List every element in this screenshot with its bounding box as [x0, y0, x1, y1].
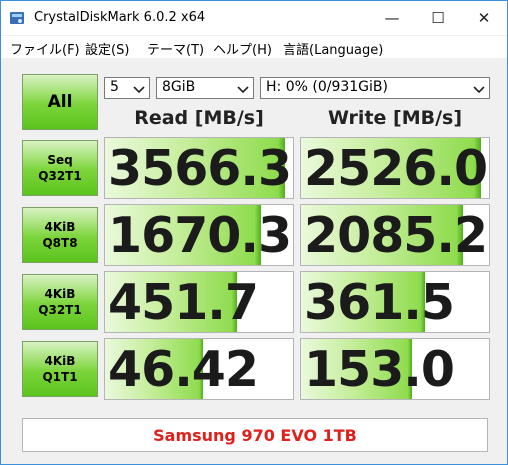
- write-value: 2085.2: [304, 207, 488, 264]
- chevron-down-icon: [237, 86, 249, 94]
- menu-settings[interactable]: 設定(S): [85, 39, 129, 58]
- read-value: 46.42: [108, 341, 259, 398]
- row-label-line2: Q8T8: [42, 236, 78, 250]
- menu-help[interactable]: ヘルプ(H): [213, 39, 272, 58]
- run-all-label: All: [47, 92, 73, 112]
- run-all-button[interactable]: All: [22, 74, 98, 130]
- 4kib-q1t1-button[interactable]: 4KiB Q1T1: [22, 341, 98, 397]
- 4kib-q32t1-read-result: 451.7: [104, 271, 294, 333]
- read-value: 1670.3: [108, 207, 292, 264]
- close-button[interactable]: ✕: [461, 1, 507, 35]
- row-label-line2: Q32T1: [38, 303, 82, 317]
- write-value: 2526.0: [304, 140, 488, 197]
- 4kib-q1t1-write-result: 153.0: [300, 338, 490, 400]
- seq-q32t1-write-result: 2526.0: [300, 137, 490, 199]
- drive-select[interactable]: H: 0% (0/931GiB): [260, 77, 490, 99]
- minimize-button[interactable]: —: [369, 1, 415, 35]
- minimize-icon: —: [384, 9, 400, 27]
- 4kib-q32t1-button[interactable]: 4KiB Q32T1: [22, 274, 98, 330]
- crystaldiskmark-app-icon: [10, 12, 24, 24]
- row-label-line1: 4KiB: [44, 287, 76, 301]
- drive-value: H: 0% (0/931GiB): [266, 79, 388, 95]
- comment-box[interactable]: Samsung 970 EVO 1TB: [22, 418, 488, 452]
- menu-bar: ファイル(F) 設定(S) テーマ(T) ヘルプ(H) 言語(Language): [1, 36, 507, 58]
- chevron-down-icon: [473, 86, 485, 94]
- test-count-select[interactable]: 5: [104, 77, 150, 99]
- menu-theme[interactable]: テーマ(T): [147, 39, 204, 58]
- 4kib-q32t1-write-result: 361.5: [300, 271, 490, 333]
- chevron-down-icon: [133, 86, 145, 94]
- row-label-line1: 4KiB: [44, 354, 76, 368]
- row-label-line1: Seq: [47, 153, 73, 167]
- title-bar[interactable]: CrystalDiskMark 6.0.2 x64 — ☐ ✕: [1, 1, 507, 35]
- row-label-line1: 4KiB: [44, 220, 76, 234]
- close-icon: ✕: [477, 9, 491, 27]
- 4kib-q8t8-write-result: 2085.2: [300, 204, 490, 266]
- write-value: 153.0: [304, 341, 455, 398]
- write-column-header: Write [MB/s]: [327, 107, 463, 129]
- window-title: CrystalDiskMark 6.0.2 x64: [34, 10, 206, 25]
- seq-q32t1-button[interactable]: Seq Q32T1: [22, 140, 98, 196]
- read-value: 3566.3: [108, 140, 292, 197]
- maximize-button[interactable]: ☐: [415, 1, 461, 35]
- test-count-value: 5: [110, 79, 119, 95]
- row-label-line2: Q1T1: [42, 370, 78, 384]
- 4kib-q1t1-read-result: 46.42: [104, 338, 294, 400]
- drive-model-comment: Samsung 970 EVO 1TB: [153, 425, 357, 445]
- menu-language[interactable]: 言語(Language): [283, 39, 383, 58]
- read-value: 451.7: [108, 274, 259, 331]
- seq-q32t1-read-result: 3566.3: [104, 137, 294, 199]
- app-window: CrystalDiskMark 6.0.2 x64 — ☐ ✕ ファイル(F) …: [0, 0, 508, 465]
- test-size-value: 8GiB: [162, 79, 196, 95]
- 4kib-q8t8-button[interactable]: 4KiB Q8T8: [22, 207, 98, 263]
- row-label-line2: Q32T1: [38, 169, 82, 183]
- maximize-icon: ☐: [431, 9, 445, 27]
- menu-file[interactable]: ファイル(F): [10, 39, 80, 58]
- test-size-select[interactable]: 8GiB: [156, 77, 254, 99]
- write-value: 361.5: [304, 274, 455, 331]
- 4kib-q8t8-read-result: 1670.3: [104, 204, 294, 266]
- read-column-header: Read [MB/s]: [134, 107, 264, 129]
